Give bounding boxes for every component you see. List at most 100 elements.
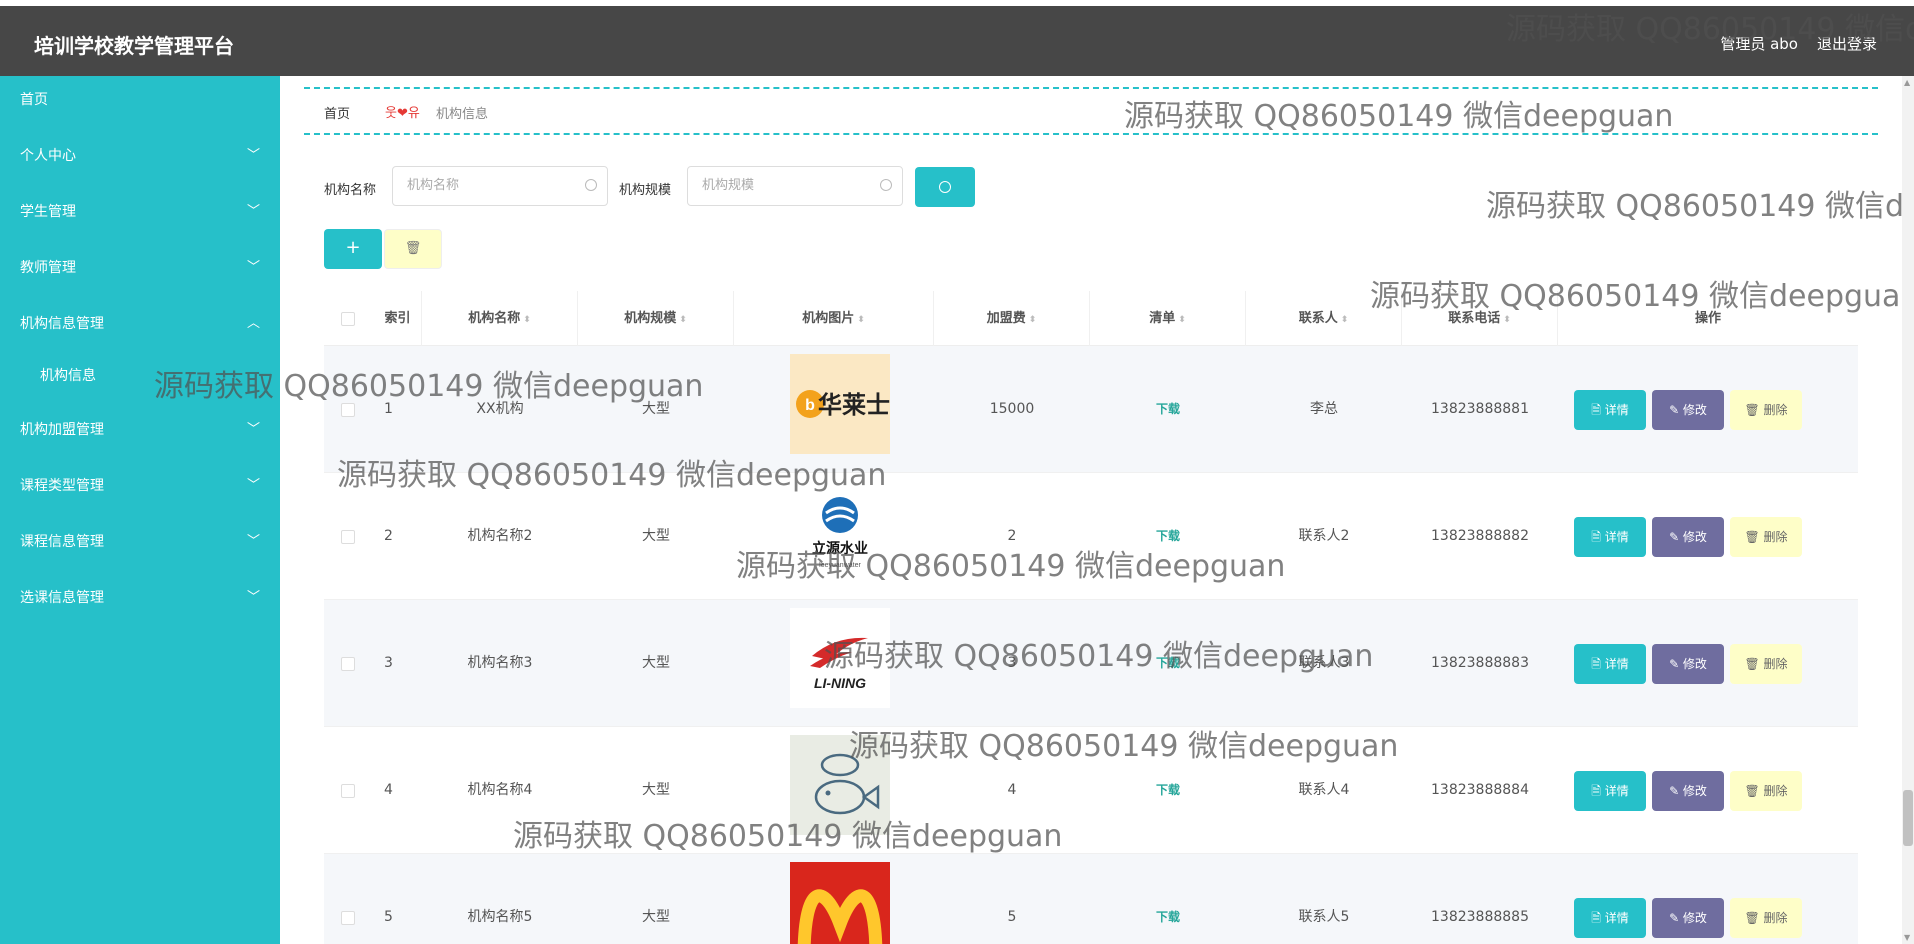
delete-button[interactable]: 🗑 删除 bbox=[1730, 390, 1802, 430]
delete-button[interactable]: 🗑 删除 bbox=[1730, 644, 1802, 684]
table-row: 2 机构名称2 大型 2 下载 联系人2 13823888882 立源水业 leeyuanwat… bbox=[324, 473, 1858, 600]
row-checkbox[interactable] bbox=[341, 911, 355, 925]
scale-search-input[interactable]: 机构规模 bbox=[687, 166, 903, 206]
scroll-down-icon[interactable]: ▼ bbox=[1904, 933, 1910, 942]
chevron-down-icon: ﹀ bbox=[246, 422, 260, 437]
chevron-down-icon: ﹀ bbox=[246, 478, 260, 493]
breadcrumb-home[interactable]: 首页 bbox=[324, 103, 350, 122]
edit-button[interactable]: ✎ 修改 bbox=[1652, 644, 1724, 684]
cell-list[interactable]: 下载 bbox=[1090, 473, 1246, 600]
edit-button[interactable]: ✎ 修改 bbox=[1652, 771, 1724, 811]
sidebar-item-institution-info-mgmt[interactable]: 机构信息管理 ︿ bbox=[0, 300, 280, 344]
header-scale[interactable]: 机构规模 ⬍ bbox=[578, 291, 734, 346]
edit-button[interactable]: ✎ 修改 bbox=[1652, 517, 1724, 557]
lining-logo: LI-NING bbox=[790, 608, 890, 708]
row-checkbox[interactable] bbox=[341, 784, 355, 798]
cell-scale: 大型 bbox=[642, 401, 670, 417]
cell-index: 1 bbox=[384, 401, 393, 417]
detail-button[interactable]: 🗎 详情 bbox=[1574, 771, 1646, 811]
row-checkbox[interactable] bbox=[341, 530, 355, 544]
svg-text:leeyuanwater: leeyuanwater bbox=[819, 562, 861, 569]
cell-list[interactable]: 下载 bbox=[1090, 600, 1246, 727]
sidebar-subitem-institution-info[interactable]: 机构信息 bbox=[0, 352, 280, 396]
cell-list[interactable]: 下载 bbox=[1090, 346, 1246, 473]
sidebar-item-personal-center[interactable]: 个人中心 ﹀ bbox=[0, 132, 280, 176]
sidebar-item-enrollment[interactable]: 选课信息管理 ﹀ bbox=[0, 574, 280, 618]
cell-list[interactable]: 下载 bbox=[1090, 727, 1246, 854]
select-all-checkbox[interactable] bbox=[341, 312, 355, 326]
sidebar-item-course-info[interactable]: 课程信息管理 ﹀ bbox=[0, 518, 280, 562]
sidebar-item-students[interactable]: 学生管理 ﹀ bbox=[0, 188, 280, 232]
detail-button[interactable]: 🗎 详情 bbox=[1574, 898, 1646, 938]
header: 培训学校教学管理平台 管理员 abo 退出登录 bbox=[0, 6, 1914, 76]
table-row: 4 机构名称4 大型 4 下载 联系人4 13823888884 🗎 详情 ✎ 修改 🗑 删除 bbox=[324, 727, 1858, 854]
breadcrumb-separator-icon: 웃❤유 bbox=[385, 106, 420, 121]
header-phone[interactable]: 联系电话 ⬍ bbox=[1402, 291, 1558, 346]
search-icon bbox=[585, 179, 597, 191]
sidebar-item-home[interactable]: 首页 bbox=[0, 76, 280, 120]
cell-fee: 15000 bbox=[989, 401, 1035, 417]
header-name[interactable]: 机构名称 ⬍ bbox=[422, 291, 578, 346]
scrollbar-thumb[interactable] bbox=[1903, 790, 1913, 846]
name-search-label: 机构名称 bbox=[324, 183, 377, 198]
sidebar-item-label: 机构信息 bbox=[40, 368, 96, 384]
cell-phone: 13823888881 bbox=[1431, 401, 1529, 417]
delete-button[interactable]: 🗑 删除 bbox=[1730, 898, 1802, 938]
breadcrumb-current: 机构信息 bbox=[436, 107, 489, 122]
cell-scale: 大型 bbox=[642, 909, 670, 925]
sidebar-item-label: 学生管理 bbox=[20, 204, 76, 220]
sort-icon: ⬍ bbox=[1503, 315, 1511, 325]
header-contact[interactable]: 联系人 ⬍ bbox=[1246, 291, 1402, 346]
row-checkbox[interactable] bbox=[341, 403, 355, 417]
main-content: 首页 웃❤유 机构信息 机构名称 机构名称 机构规模 机构规模 + 🗑 索引 机… bbox=[280, 76, 1914, 944]
detail-button[interactable]: 🗎 详情 bbox=[1574, 390, 1646, 430]
name-search-input[interactable]: 机构名称 bbox=[392, 166, 608, 206]
edit-button[interactable]: ✎ 修改 bbox=[1652, 898, 1724, 938]
sort-icon: ⬍ bbox=[857, 315, 865, 325]
svg-text:LI-NING: LI-NING bbox=[814, 675, 866, 691]
sidebar-item-course-types[interactable]: 课程类型管理 ﹀ bbox=[0, 462, 280, 506]
cell-index: 5 bbox=[384, 909, 393, 925]
delete-button[interactable]: 🗑 删除 bbox=[1730, 517, 1802, 557]
cell-fee: 5 bbox=[1007, 909, 1017, 925]
sidebar-item-label: 选课信息管理 bbox=[20, 590, 104, 606]
name-search-placeholder: 机构名称 bbox=[407, 178, 460, 193]
cell-phone: 13823888882 bbox=[1431, 528, 1529, 544]
cell-list[interactable]: 下载 bbox=[1090, 854, 1246, 944]
breadcrumb: 首页 웃❤유 机构信息 bbox=[304, 87, 1878, 135]
detail-button[interactable]: 🗎 详情 bbox=[1574, 644, 1646, 684]
header-list[interactable]: 清单 ⬍ bbox=[1090, 291, 1246, 346]
edit-button[interactable]: ✎ 修改 bbox=[1652, 390, 1724, 430]
table-header: 索引 机构名称 ⬍ 机构规模 ⬍ 机构图片 ⬍ 加盟费 ⬍ 清单 ⬍ 联系人 ⬍ 联系电话 ⬍… bbox=[324, 291, 1858, 346]
sidebar-item-teachers[interactable]: 教师管理 ﹀ bbox=[0, 244, 280, 288]
cell-fee: 4 bbox=[1007, 782, 1017, 798]
mcdonalds-logo bbox=[790, 862, 890, 944]
scale-search-placeholder: 机构规模 bbox=[702, 178, 755, 193]
sort-icon: ⬍ bbox=[1340, 315, 1349, 325]
sidebar-item-label: 机构加盟管理 bbox=[20, 422, 104, 438]
table-row: 3 机构名称3 大型 3 下载 联系人3 13823888883 LI-NING 🗎 详情 ✎ 修… bbox=[324, 600, 1858, 727]
delete-button[interactable]: 🗑 删除 bbox=[1730, 771, 1802, 811]
sidebar-item-label: 首页 bbox=[20, 92, 48, 108]
search-icon bbox=[880, 179, 892, 191]
header-fee[interactable]: 加盟费 ⬍ bbox=[934, 291, 1090, 346]
cell-scale: 大型 bbox=[642, 655, 670, 671]
detail-button[interactable]: 🗎 详情 bbox=[1574, 517, 1646, 557]
page-scrollbar[interactable]: ▲ ▼ bbox=[1902, 76, 1914, 944]
add-button[interactable]: + bbox=[324, 229, 382, 269]
search-icon bbox=[939, 181, 951, 193]
svg-text:立源水业: 立源水业 bbox=[812, 540, 868, 557]
batch-delete-button[interactable]: 🗑 bbox=[384, 229, 442, 269]
sidebar-item-franchise[interactable]: 机构加盟管理 ﹀ bbox=[0, 406, 280, 450]
header-index[interactable]: 索引 bbox=[374, 291, 422, 346]
header-image[interactable]: 机构图片 ⬍ bbox=[734, 291, 934, 346]
table-row: 1 XX机构 大型 15000 下载 李总 13823888881 b 华莱士 🗎 详情 ✎ 修改 🗑… bbox=[324, 346, 1858, 473]
search-button[interactable] bbox=[915, 167, 975, 207]
row-checkbox[interactable] bbox=[341, 657, 355, 671]
cell-contact: 联系人3 bbox=[1298, 655, 1350, 671]
logout-link[interactable]: 退出登录 bbox=[1817, 33, 1877, 54]
hualaishi-logo: b 华莱士 bbox=[790, 354, 890, 454]
sidebar-item-label: 个人中心 bbox=[20, 148, 76, 164]
cell-scale: 大型 bbox=[642, 782, 670, 798]
scroll-up-icon[interactable]: ▲ bbox=[1904, 78, 1910, 87]
